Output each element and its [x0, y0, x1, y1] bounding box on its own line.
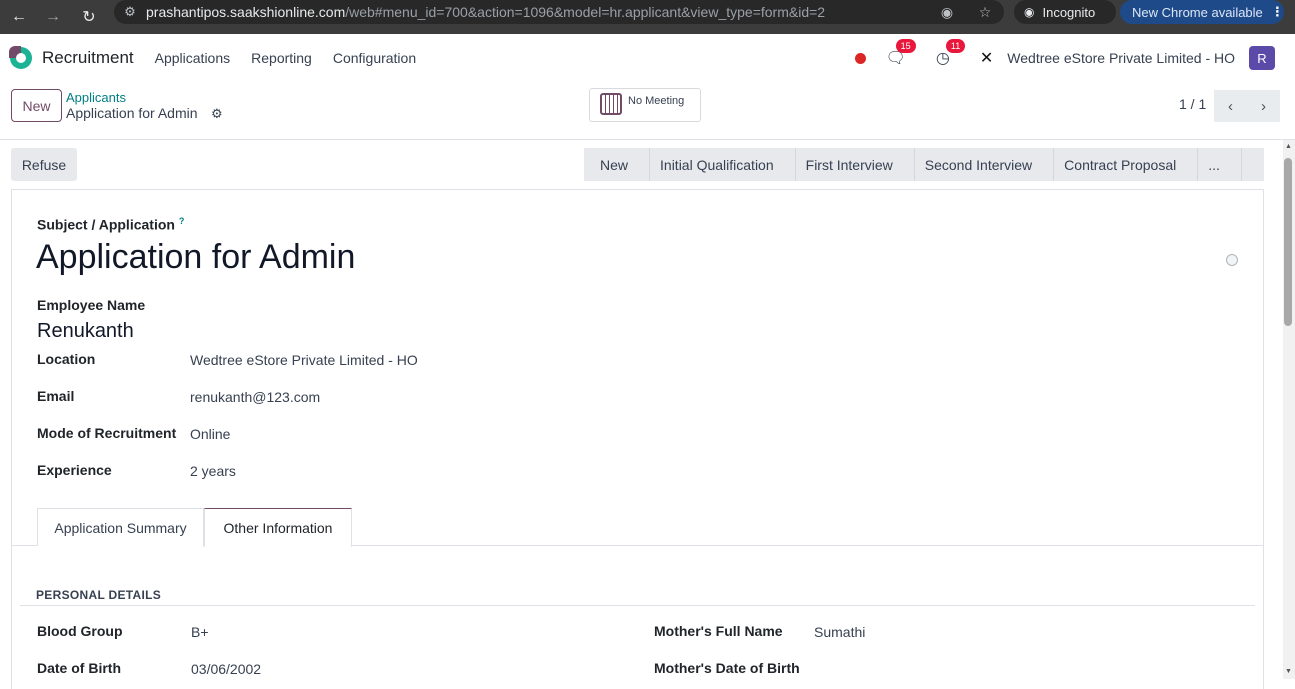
chevron-right-icon[interactable]: › [1247, 90, 1280, 122]
stage-more[interactable]: ... [1192, 148, 1236, 181]
control-panel: New Applicants Application for Admin ⚙ N… [0, 82, 1295, 140]
mother-name-label: Mother's Full Name [654, 623, 783, 639]
blood-group-field[interactable]: B+ [191, 624, 209, 640]
debug-tools-icon[interactable]: ✕ [980, 48, 993, 68]
application-title-field[interactable]: Application for Admin [36, 238, 355, 277]
refuse-button[interactable]: Refuse [11, 148, 77, 181]
more-vert-icon[interactable]: ⋮ [1271, 4, 1284, 20]
stage-initial-qualification[interactable]: Initial Qualification [644, 148, 790, 181]
stage-second-interview[interactable]: Second Interview [909, 148, 1048, 181]
messages-badge: 15 [895, 39, 916, 53]
breadcrumb-applicants[interactable]: Applicants [66, 90, 126, 105]
new-record-button[interactable]: New [11, 89, 62, 122]
recruitment-app-icon[interactable] [9, 45, 32, 69]
site-settings-icon[interactable]: ⚙ [114, 4, 146, 20]
reload-icon[interactable]: ↻ [72, 0, 106, 34]
employee-name-field[interactable]: Renukanth [37, 320, 134, 343]
dob-label: Date of Birth [37, 660, 121, 676]
experience-field[interactable]: 2 years [190, 463, 236, 479]
mode-of-recruitment-field[interactable]: Online [190, 426, 230, 442]
activities-badge: 11 [945, 39, 966, 53]
subject-label: Subject / Application ? [37, 216, 184, 233]
kanban-state-icon[interactable] [1226, 254, 1238, 266]
subject-label-text: Subject / Application [37, 216, 175, 233]
calendar-icon [600, 93, 622, 115]
update-chrome-button[interactable]: New Chrome available ⋮ [1120, 0, 1284, 24]
mother-name-field[interactable]: Sumathi [814, 624, 865, 640]
tab-application-summary[interactable]: Application Summary [37, 508, 204, 546]
email-field[interactable]: renukanth@123.com [190, 389, 320, 405]
employee-name-label: Employee Name [37, 297, 146, 313]
back-icon[interactable]: ← [2, 0, 36, 34]
form-sheet: Subject / Application ? Application for … [11, 189, 1264, 689]
update-label: New Chrome available [1132, 4, 1263, 20]
address-bar[interactable]: ⚙ prashantipos.saakshionline.com/web#men… [114, 0, 1004, 24]
menu-applications[interactable]: Applications [155, 50, 231, 66]
scroll-up-icon[interactable]: ▲ [1285, 143, 1292, 150]
section-title: PERSONAL DETAILS [36, 588, 162, 602]
incognito-label: Incognito [1042, 4, 1096, 20]
stage-first-interview[interactable]: First Interview [790, 148, 909, 181]
stage-new[interactable]: New [584, 148, 644, 181]
meeting-label: No Meeting [628, 95, 685, 107]
status-dot[interactable] [854, 52, 866, 64]
section-divider [20, 605, 1255, 606]
email-label: Email [37, 388, 75, 404]
chevron-left-icon[interactable]: ‹ [1214, 90, 1247, 122]
activities-icon[interactable]: ◷ 11 [936, 39, 966, 68]
meeting-smart-button[interactable]: No Meeting [589, 88, 701, 122]
notebook-tabs: Application Summary Other Information [12, 508, 1263, 547]
star-icon[interactable]: ☆ [966, 4, 1004, 21]
pager-value[interactable]: 1 / 1 [1179, 96, 1206, 112]
app-name[interactable]: Recruitment [42, 48, 134, 68]
mother-dob-label: Mother's Date of Birth [654, 660, 800, 676]
experience-label: Experience [37, 462, 112, 478]
gear-icon[interactable]: ⚙ [211, 106, 223, 122]
url-host: prashantipos.saakshionline.com [146, 4, 346, 20]
menu-reporting[interactable]: Reporting [251, 50, 312, 66]
blood-group-label: Blood Group [37, 623, 123, 639]
help-tooltip-icon[interactable]: ? [179, 216, 185, 226]
location-field[interactable]: Wedtree eStore Private Limited - HO [190, 352, 418, 368]
incognito-chip[interactable]: ◉ Incognito [1014, 0, 1116, 24]
eye-off-icon[interactable]: ◉ [928, 4, 966, 21]
incognito-icon: ◉ [1024, 5, 1035, 19]
dob-field[interactable]: 03/06/2002 [191, 661, 261, 677]
stage-contract-proposal[interactable]: Contract Proposal [1048, 148, 1192, 181]
main-navbar: Recruitment Applications Reporting Confi… [0, 34, 1295, 82]
user-avatar[interactable]: R [1249, 46, 1275, 70]
menu-configuration[interactable]: Configuration [333, 50, 416, 66]
company-switcher[interactable]: Wedtree eStore Private Limited - HO [1007, 50, 1235, 66]
breadcrumb-current: Application for Admin [66, 105, 198, 121]
mode-of-recruitment-label: Mode of Recruitment [37, 425, 177, 441]
forward-icon[interactable]: → [36, 0, 70, 34]
browser-toolbar: ← → ↻ ⚙ prashantipos.saakshionline.com/w… [0, 0, 1295, 34]
location-label: Location [37, 351, 96, 367]
url-path: /web#menu_id=700&action=1096&model=hr.ap… [345, 4, 826, 20]
stage-statusbar: New Initial Qualification First Intervie… [584, 148, 1264, 181]
tab-other-information[interactable]: Other Information [204, 508, 352, 547]
messages-icon[interactable]: 🗨 15 [886, 39, 916, 68]
scrollbar-thumb[interactable] [1284, 158, 1292, 326]
scroll-down-icon[interactable]: ▼ [1285, 668, 1292, 675]
